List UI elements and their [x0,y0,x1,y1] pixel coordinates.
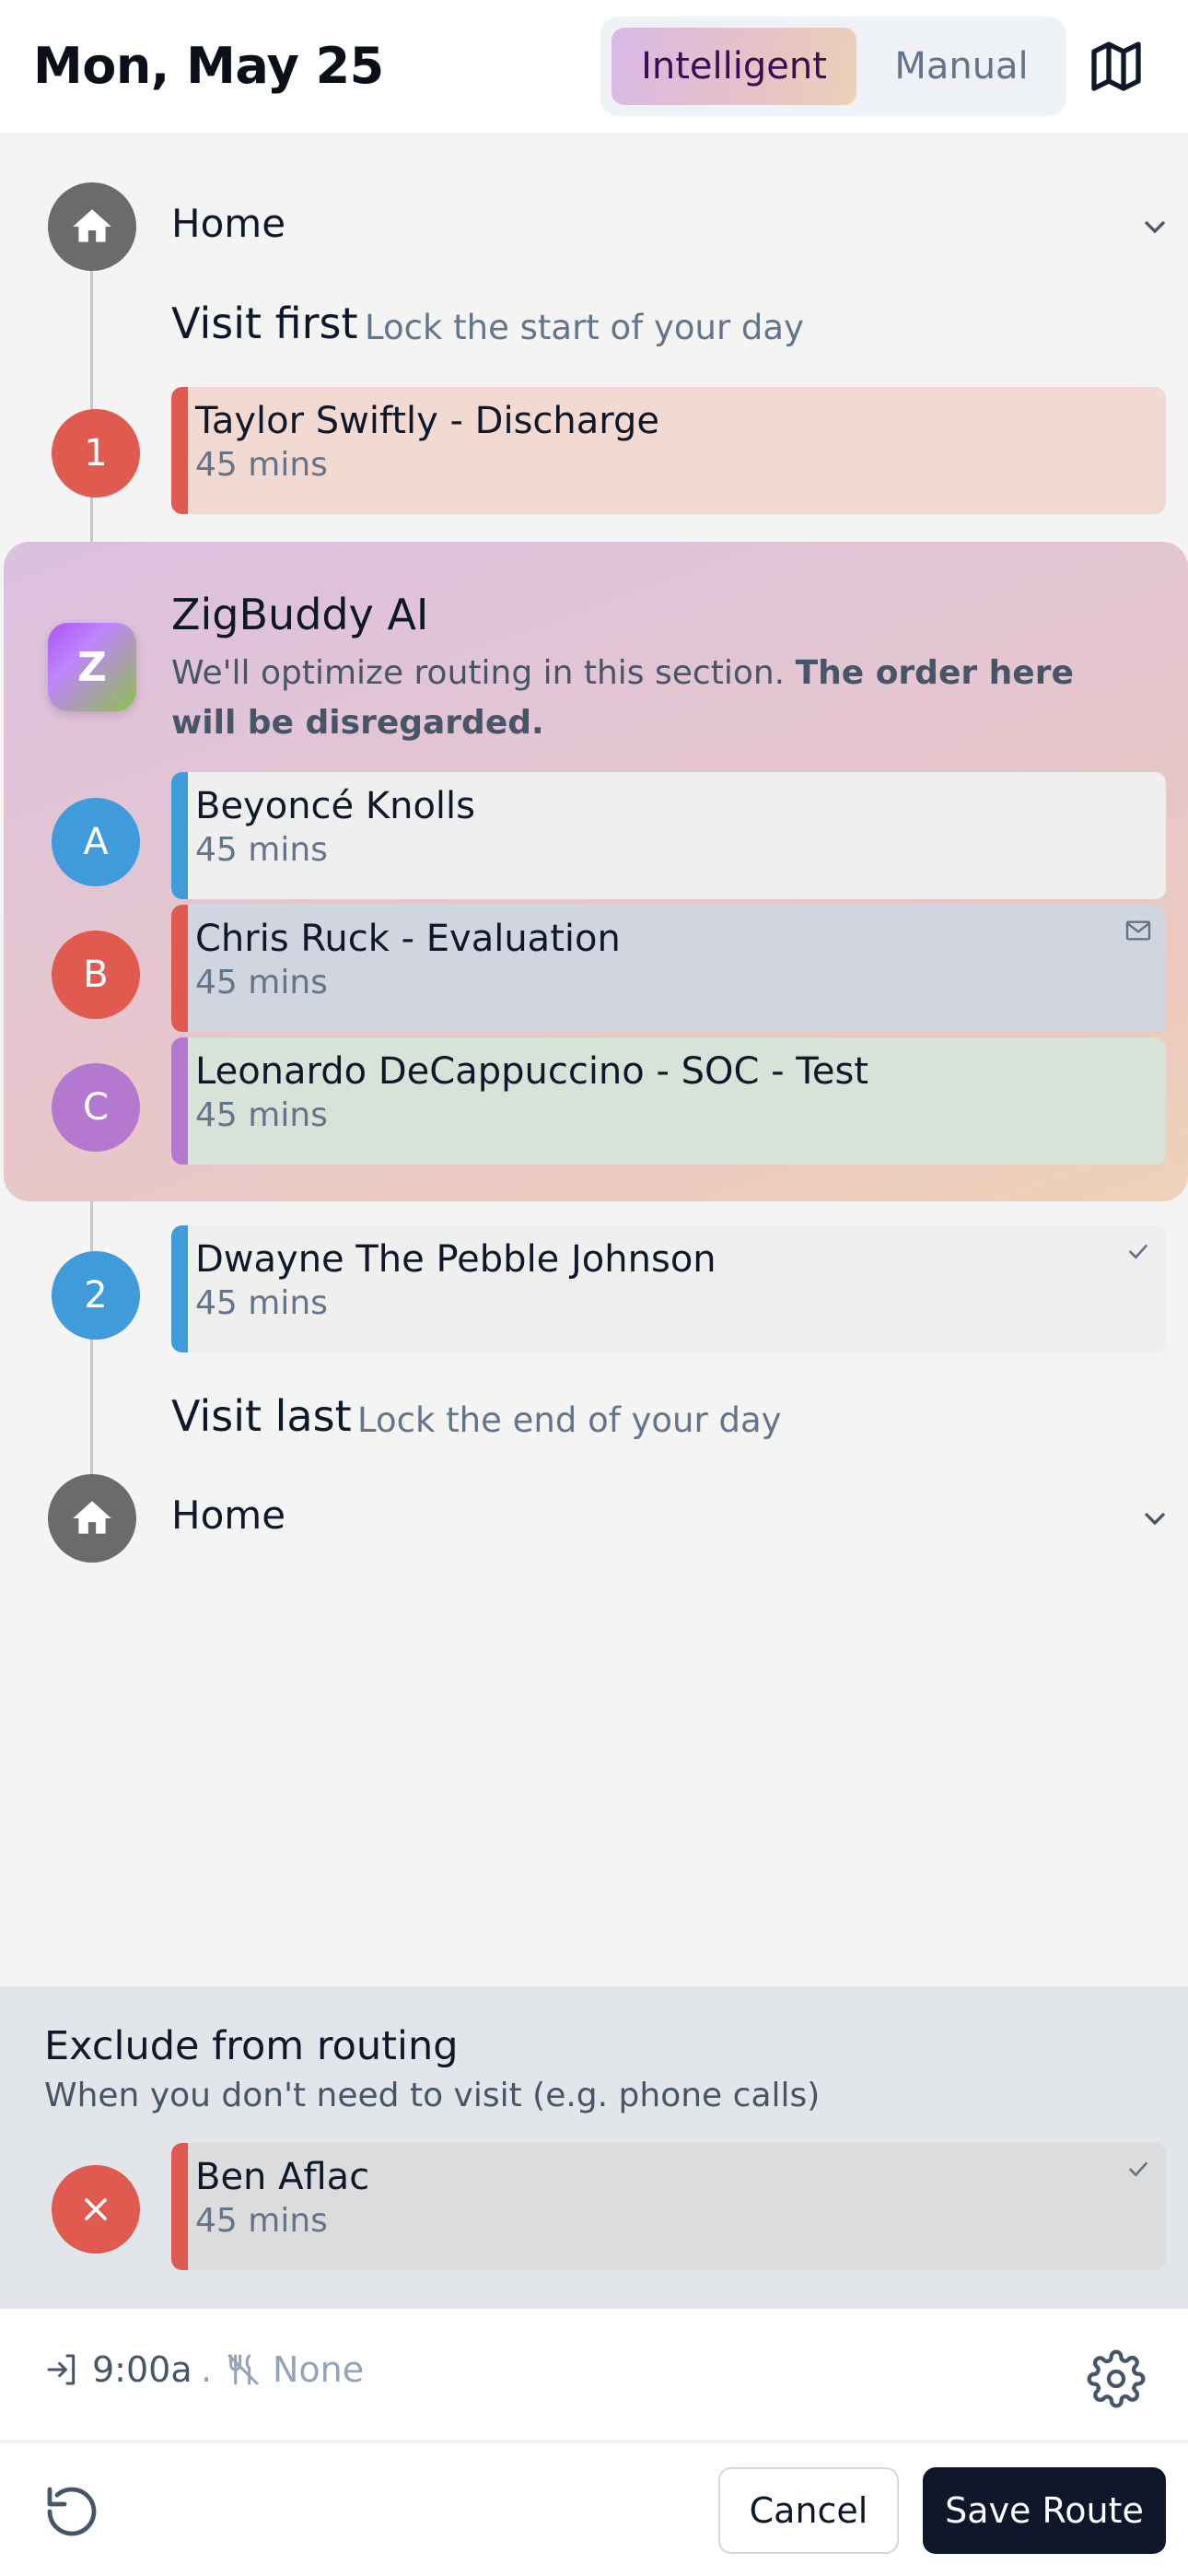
visit-last-subtitle: Lock the end of your day [357,1400,782,1440]
mail-icon [1124,916,1153,945]
visit-name: Ben Aflac [195,2156,370,2198]
ai-badge: Z [48,623,136,711]
map-icon[interactable] [1087,37,1146,96]
visit-name: Beyoncé Knolls [195,785,475,827]
visit-last-title: Visit last [171,1391,352,1441]
start-time[interactable]: 9:00a [44,2349,192,2390]
visit-first-subtitle: Lock the start of your day [365,308,804,347]
end-location-label[interactable]: Home [171,1493,285,1538]
card-accent-bar [171,1225,188,1352]
visit-duration: 45 mins [195,2202,328,2240]
visit-card-ben[interactable]: Ben Aflac 45 mins [171,2143,1166,2270]
visit-duration: 45 mins [195,446,328,484]
exclude-title: Exclude from routing [44,2023,459,2069]
stop-marker: A [52,798,140,886]
close-icon [52,2165,140,2254]
ai-section-title: ZigBuddy AI [171,590,429,639]
stop-marker: 1 [52,409,140,498]
gear-icon[interactable] [1087,2349,1146,2408]
home-icon [48,1474,136,1563]
visit-card-beyonce[interactable]: Beyoncé Knolls 45 mins [171,772,1166,899]
exclude-subtitle: When you don't need to visit (e.g. phone… [44,2077,821,2114]
no-meal-icon [225,2351,262,2388]
visit-first-title: Visit first [171,299,358,348]
mode-manual-button[interactable]: Manual [868,28,1055,105]
card-accent-bar [171,387,188,514]
ai-section-description: We'll optimize routing in this section. … [171,654,1074,742]
visit-card-chris[interactable]: Chris Ruck - Evaluation 45 mins [171,905,1166,1032]
check-icon [1124,2154,1153,2184]
lunch-break[interactable]: None [225,2349,364,2390]
visit-duration: 45 mins [195,964,328,1001]
start-time-value: 9:00a [92,2349,192,2390]
sign-in-icon [44,2351,81,2388]
save-route-button[interactable]: Save Route [923,2467,1166,2554]
routing-mode-toggle: Intelligent Manual [600,17,1066,116]
chevron-down-icon[interactable] [1136,1500,1173,1537]
visit-card-dwayne[interactable]: Dwayne The Pebble Johnson 45 mins [171,1225,1166,1352]
header: Mon, May 25 Intelligent Manual [0,0,1188,133]
home-icon [48,182,136,271]
visit-name: Leonardo DeCappuccino - SOC - Test [195,1050,869,1093]
visit-card-taylor[interactable]: Taylor Swiftly - Discharge 45 mins [171,387,1166,514]
visit-name: Taylor Swiftly - Discharge [195,400,660,442]
visit-card-leonardo[interactable]: Leonardo DeCappuccino - SOC - Test 45 mi… [171,1037,1166,1165]
visit-duration: 45 mins [195,831,328,869]
card-accent-bar [171,905,188,1032]
start-location-label[interactable]: Home [171,201,285,246]
visit-name: Dwayne The Pebble Johnson [195,1238,716,1281]
visit-name: Chris Ruck - Evaluation [195,918,621,960]
visit-duration: 45 mins [195,1096,328,1134]
stop-marker: B [52,931,140,1019]
card-accent-bar [171,1037,188,1165]
mode-intelligent-button[interactable]: Intelligent [611,28,856,105]
check-icon [1124,1236,1153,1266]
page-title: Mon, May 25 [33,37,384,95]
stop-marker: 2 [52,1251,140,1340]
stop-marker: C [52,1063,140,1152]
visit-duration: 45 mins [195,1284,328,1322]
chevron-down-icon[interactable] [1136,208,1173,245]
card-accent-bar [171,772,188,899]
info-separator: . [201,2349,213,2390]
card-accent-bar [171,2143,188,2270]
lunch-value: None [273,2349,365,2390]
cancel-button[interactable]: Cancel [718,2467,899,2554]
reset-icon[interactable] [42,2482,101,2541]
